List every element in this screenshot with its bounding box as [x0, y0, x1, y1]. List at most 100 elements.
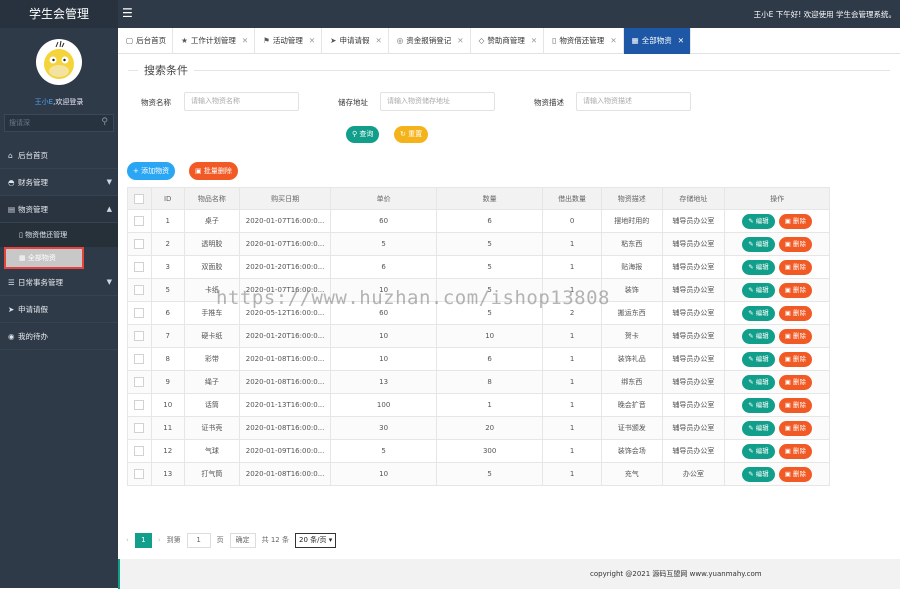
search-icon[interactable]: ⚲ — [101, 117, 108, 127]
name-input[interactable]: 请输入物资名称 — [184, 92, 299, 111]
table-row[interactable]: 7 硬卡纸 2020-01-20T16:00:0... 10 10 1 贺卡 辅导员办公室 ✎ … — [127, 324, 830, 348]
table-row[interactable]: 8 彩带 2020-01-08T16:00:0... 10 6 1 装饰礼品 辅导员办公室 ✎ … — [127, 347, 830, 371]
row-checkbox[interactable] — [134, 423, 145, 433]
delete-button[interactable]: ▣ 删除 — [778, 420, 812, 436]
row-checkbox-cell[interactable] — [127, 209, 152, 233]
table-row[interactable]: 13 打气筒 2020-01-08T16:00:0... 10 5 1 充气 办公室 ✎ 编辑 ▣… — [127, 462, 830, 486]
close-icon[interactable]: ✕ — [457, 36, 463, 45]
header-lent[interactable]: 借出数量 — [542, 187, 602, 210]
sidebar-item-home[interactable]: ⌂ 后台首页 — [0, 142, 118, 169]
close-icon[interactable]: ✕ — [309, 36, 315, 45]
sidebar-item-daily-affairs[interactable]: ☰ 日常事务管理 ▼ — [0, 269, 118, 296]
header-date[interactable]: 购买日期 — [239, 187, 332, 210]
sidebar-item-finance[interactable]: ◓ 财务管理 ▼ — [0, 169, 118, 196]
sidebar-item-leave[interactable]: ➤ 申请请假 — [0, 296, 118, 323]
delete-button[interactable]: ▣ 删除 — [778, 466, 812, 482]
table-row[interactable]: 3 双面胶 2020-01-20T16:00:0... 6 5 1 贴海报 辅导员办公室 ✎ 编… — [127, 255, 830, 279]
row-checkbox-cell[interactable] — [127, 370, 152, 394]
select-all-checkbox-cell[interactable] — [127, 187, 152, 210]
delete-button[interactable]: ▣ 删除 — [778, 351, 812, 367]
close-icon[interactable]: ✕ — [610, 36, 616, 45]
row-checkbox[interactable] — [134, 331, 145, 341]
select-all-checkbox[interactable] — [134, 193, 145, 204]
close-icon[interactable]: ✕ — [242, 36, 248, 45]
edit-button[interactable]: ✎ 编辑 — [742, 236, 775, 252]
row-checkbox-cell[interactable] — [127, 462, 152, 486]
row-checkbox-cell[interactable] — [127, 324, 152, 348]
hamburger-icon[interactable]: ☰ — [122, 6, 133, 20]
batch-delete-button[interactable]: ▣ 批量删除 — [189, 162, 238, 180]
avatar[interactable] — [36, 39, 82, 85]
edit-button[interactable]: ✎ 编辑 — [742, 351, 775, 367]
row-checkbox-cell[interactable] — [127, 278, 152, 302]
tab-home[interactable]: ▢ 后台首页 — [118, 28, 174, 54]
edit-button[interactable]: ✎ 编辑 — [742, 282, 775, 298]
edit-button[interactable]: ✎ 编辑 — [742, 420, 775, 436]
row-checkbox[interactable] — [134, 308, 145, 318]
delete-button[interactable]: ▣ 删除 — [778, 328, 812, 344]
page-size-select[interactable]: 20 条/页 ▾ — [294, 532, 337, 548]
table-row[interactable]: 2 透明胶 2020-01-07T16:00:0... 5 5 1 粘东西 辅导员办公室 ✎ 编… — [127, 232, 830, 256]
tab-work-plan[interactable]: ★ 工作计划管理 ✕ — [173, 28, 256, 54]
header-quantity[interactable]: 数量 — [436, 187, 544, 210]
next-page-icon[interactable]: › — [158, 536, 161, 544]
add-supply-button[interactable]: + 添加物资 — [127, 162, 176, 180]
sidebar-item-todo[interactable]: ◉ 我的待办 — [0, 323, 118, 350]
page-current[interactable]: 1 — [134, 532, 152, 548]
table-row[interactable]: 11 证书壳 2020-01-08T16:00:0... 30 20 1 证书颁发 辅导员办公… — [127, 416, 830, 440]
table-row[interactable]: 10 话筒 2020-01-13T16:00:0... 100 1 1 晚会扩音 辅导员办公室… — [127, 393, 830, 417]
tab-activities[interactable]: ⚑ 活动管理 ✕ — [255, 28, 323, 54]
sidebar-subitem-all-supplies[interactable]: ▦ 全部物资 — [4, 247, 84, 269]
row-checkbox[interactable] — [134, 469, 145, 479]
row-checkbox[interactable] — [134, 446, 145, 456]
tab-sponsors[interactable]: ◇ 赞助商管理 ✕ — [471, 28, 545, 54]
row-checkbox-cell[interactable] — [127, 416, 152, 440]
sidebar-subitem-borrow[interactable]: ▯ 物资借还管理 — [0, 223, 118, 247]
delete-button[interactable]: ▣ 删除 — [778, 397, 812, 413]
header-id[interactable]: ID — [150, 187, 185, 210]
delete-button[interactable]: ▣ 删除 — [778, 213, 812, 229]
row-checkbox[interactable] — [134, 400, 145, 410]
table-row[interactable]: 5 卡纸 2020-01-07T16:00:0... 10 5 1 装饰 辅导员办公室 ✎ 编辑… — [127, 278, 830, 302]
prev-page-icon[interactable]: ‹ — [126, 536, 129, 544]
query-button[interactable]: ⚲ 查询 — [346, 126, 380, 143]
page-confirm-button[interactable]: 确定 — [229, 532, 256, 548]
delete-button[interactable]: ▣ 删除 — [778, 236, 812, 252]
edit-button[interactable]: ✎ 编辑 — [742, 374, 775, 390]
row-checkbox[interactable] — [134, 216, 145, 226]
table-row[interactable]: 9 绳子 2020-01-08T16:00:0... 13 8 1 绑东西 辅导员办公室 ✎ 编… — [127, 370, 830, 394]
table-row[interactable]: 1 桌子 2020-01-07T16:00:0... 60 6 0 摆地时用的 辅导员办公室 ✎… — [127, 209, 830, 233]
row-checkbox[interactable] — [134, 239, 145, 249]
header-name[interactable]: 物品名称 — [183, 187, 241, 210]
edit-button[interactable]: ✎ 编辑 — [742, 466, 775, 482]
row-checkbox-cell[interactable] — [127, 393, 152, 417]
reset-button[interactable]: ↻ 重置 — [394, 126, 429, 143]
edit-button[interactable]: ✎ 编辑 — [742, 305, 775, 321]
tab-leave[interactable]: ➤ 申请请假 ✕ — [322, 28, 389, 54]
close-icon[interactable]: ✕ — [375, 36, 381, 45]
row-checkbox[interactable] — [134, 354, 145, 364]
page-jump-input[interactable]: 1 — [186, 532, 211, 548]
header-storage[interactable]: 存储地址 — [661, 187, 726, 210]
row-checkbox-cell[interactable] — [127, 255, 152, 279]
delete-button[interactable]: ▣ 删除 — [778, 305, 812, 321]
header-description[interactable]: 物资描述 — [600, 187, 663, 210]
header-price[interactable]: 单价 — [330, 187, 438, 210]
edit-button[interactable]: ✎ 编辑 — [742, 259, 775, 275]
row-checkbox[interactable] — [134, 285, 145, 295]
delete-button[interactable]: ▣ 删除 — [778, 282, 812, 298]
edit-button[interactable]: ✎ 编辑 — [742, 397, 775, 413]
tab-all-supplies[interactable]: ▦ 全部物资 ✕ — [623, 28, 691, 54]
row-checkbox-cell[interactable] — [127, 439, 152, 463]
sidebar-item-supplies[interactable]: ▤ 物资管理 ▲ — [0, 196, 118, 223]
row-checkbox-cell[interactable] — [127, 301, 152, 325]
row-checkbox[interactable] — [134, 377, 145, 387]
delete-button[interactable]: ▣ 删除 — [778, 443, 812, 459]
delete-button[interactable]: ▣ 删除 — [778, 374, 812, 390]
table-row[interactable]: 6 手推车 2020-05-12T16:00:0... 60 5 2 搬运东西 辅导员办公室 ✎… — [127, 301, 830, 325]
delete-button[interactable]: ▣ 删除 — [778, 259, 812, 275]
row-checkbox[interactable] — [134, 262, 145, 272]
description-input[interactable]: 请输入物资描述 — [576, 92, 691, 111]
user-name[interactable]: 王小E — [35, 98, 53, 106]
close-icon[interactable]: ✕ — [531, 36, 537, 45]
